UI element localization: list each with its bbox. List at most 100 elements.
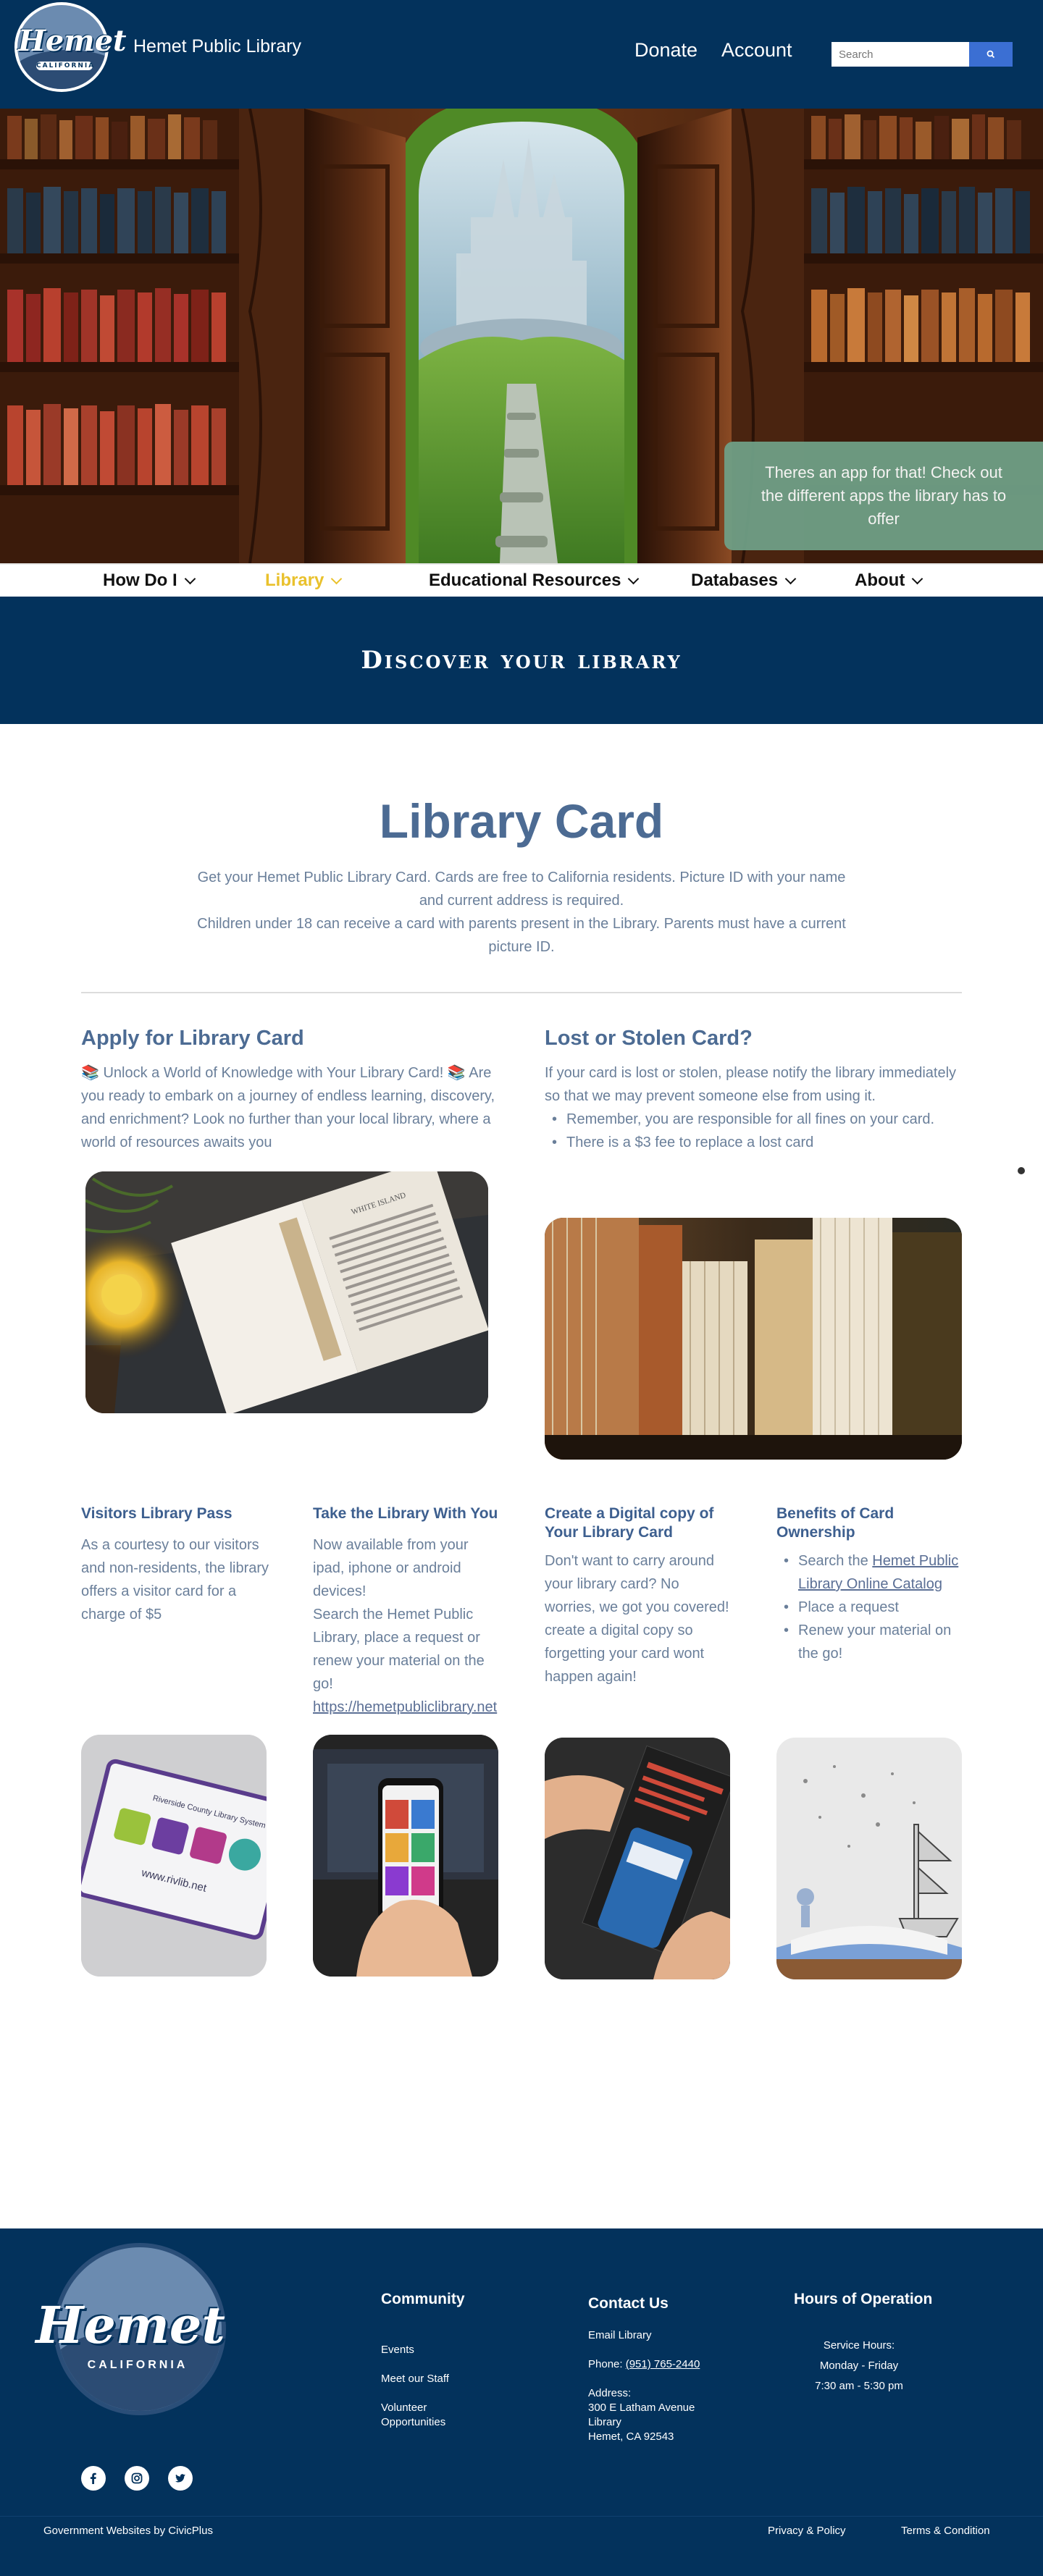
instagram-icon [131, 2472, 143, 2484]
site-logo[interactable]: Hemet CALIFORNIA [14, 2, 127, 95]
intro-text: Get your Hemet Public Library Card. Card… [196, 866, 847, 959]
civicplus-credit-link[interactable]: Government Websites by CivicPlus [43, 2524, 213, 2538]
open-book-photo: WHITE ISLAND [85, 1171, 488, 1413]
section-banner: Discover your library [0, 597, 1043, 724]
chevron-down-icon [184, 573, 196, 584]
apply-card-title: Apply for Library Card [81, 1027, 304, 1050]
footer-events-link[interactable]: Events [381, 2343, 414, 2357]
footer-address: Address: 300 E Latham Avenue Library Hem… [588, 2386, 719, 2444]
footer-address-line: 300 E Latham Avenue [588, 2402, 695, 2414]
intro-paragraph: Get your Hemet Public Library Card. Card… [197, 870, 846, 909]
footer-logo[interactable]: Hemet CALIFORNIA [29, 2243, 232, 2424]
footer-volunteer-link[interactable]: Volunteer Opportunities [381, 2401, 468, 2430]
footer-address-line: Library [588, 2416, 621, 2428]
account-link[interactable]: Account [721, 39, 792, 62]
chevron-down-icon [331, 573, 343, 584]
scanning-card-photo [545, 1738, 730, 1979]
section-divider [81, 992, 962, 993]
benefits-text: Search the Hemet Public Library Online C… [776, 1549, 966, 1665]
list-item: There is a $3 fee to replace a lost card [545, 1131, 965, 1154]
apply-card-text: 📚 Unlock a World of Knowledge with Your … [81, 1065, 495, 1150]
nav-label: How Do I [103, 571, 177, 590]
privacy-policy-link[interactable]: Privacy & Policy [768, 2524, 846, 2538]
take-library-paragraph: Now available from your ipad, iphone or … [313, 1537, 469, 1599]
list-item: Search the Hemet Public Library Online C… [776, 1549, 966, 1596]
footer-hours-line: 7:30 am - 5:30 pm [815, 2380, 903, 2392]
twitter-link[interactable] [168, 2466, 193, 2491]
nav-label: About [855, 571, 905, 590]
twitter-icon [175, 2474, 185, 2483]
nav-about[interactable]: About [855, 571, 924, 591]
lost-card-title: Lost or Stolen Card? [545, 1027, 753, 1050]
footer-phone: Phone: (951) 765-2440 [588, 2357, 700, 2372]
logo-subtitle: CALIFORNIA [36, 62, 96, 70]
scroll-indicator[interactable] [1018, 1167, 1025, 1174]
take-library-text: Now available from your ipad, iphone or … [313, 1533, 503, 1719]
footer-community-title: Community [381, 2291, 465, 2307]
nav-educational-resources[interactable]: Educational Resources [429, 571, 640, 591]
take-library-sentence: Search the Hemet Public Library, place a… [313, 1607, 485, 1692]
footer-staff-link[interactable]: Meet our Staff [381, 2372, 449, 2386]
search-button[interactable] [969, 42, 1013, 67]
list-item: Renew your material on the go! [776, 1619, 966, 1665]
terms-link[interactable]: Terms & Condition [901, 2524, 990, 2538]
footer-address-label: Address: [588, 2387, 632, 2399]
footer-hours-line: Monday - Friday [819, 2360, 899, 2372]
footer-contact-title: Contact Us [588, 2295, 669, 2312]
instagram-link[interactable] [125, 2466, 149, 2491]
lost-card-text: If your card is lost or stolen, please n… [545, 1061, 965, 1154]
digital-copy-text: Don't want to carry around your library … [545, 1553, 729, 1685]
visitor-pass-title: Visitors Library Pass [81, 1505, 233, 1522]
phone-app-photo [313, 1735, 498, 1977]
footer-phone-link[interactable]: (951) 765-2440 [626, 2358, 700, 2370]
footer-hours: Service Hours: Monday - Friday 7:30 am -… [794, 2336, 924, 2396]
lost-card-paragraph: If your card is lost or stolen, please n… [545, 1065, 957, 1104]
site-header: Hemet CALIFORNIA Hemet Public Library Do… [0, 0, 1043, 109]
site-name[interactable]: Hemet Public Library [133, 36, 301, 57]
nav-label: Library [265, 571, 324, 590]
app-callout-link[interactable]: Theres an app for that! Check out the di… [724, 442, 1043, 550]
take-library-paragraph: Search the Hemet Public Library, place a… [313, 1603, 503, 1719]
logo-wordmark: Hemet [18, 24, 127, 58]
footer-logo-subtitle: CALIFORNIA [87, 2359, 188, 2371]
donate-link[interactable]: Donate [634, 39, 698, 62]
footer-email-link[interactable]: Email Library [588, 2328, 652, 2343]
lost-card-list: Remember, you are responsible for all fi… [545, 1108, 965, 1154]
footer-divider [0, 2516, 1043, 2517]
storybook-photo [776, 1738, 962, 1979]
take-library-title: Take the Library With You [313, 1505, 498, 1522]
benefits-title: Benefits of Card Ownership [776, 1505, 895, 1541]
intro-paragraph: Children under 18 can receive a card wit… [197, 916, 846, 955]
footer-logo-wordmark: Hemet [35, 2295, 225, 2355]
chevron-down-icon [628, 573, 640, 584]
facebook-link[interactable] [81, 2466, 106, 2491]
hero-banner: Theres an app for that! Check out the di… [0, 109, 1043, 563]
footer-address-line: Hemet, CA 92543 [588, 2430, 674, 2443]
search-icon [987, 50, 995, 59]
footer-hours-title: Hours of Operation [794, 2291, 933, 2307]
library-card-photo: Riverside County Library System www.rivl… [81, 1735, 267, 1977]
site-footer: Hemet CALIFORNIA Community Events Meet o… [0, 2228, 1043, 2576]
books-spines-photo [545, 1218, 962, 1460]
benefits-list: Search the Hemet Public Library Online C… [776, 1549, 966, 1665]
main-navigation: How Do I Library Educational Resources D… [0, 563, 1043, 597]
nav-how-do-i[interactable]: How Do I [103, 571, 197, 591]
search-input[interactable] [832, 42, 969, 67]
footer-hours-line: Service Hours: [823, 2339, 895, 2352]
facebook-icon [90, 2472, 96, 2484]
page-title: Library Card [379, 794, 664, 848]
visitor-pass-text: As a courtesy to our visitors and non-re… [81, 1537, 269, 1622]
list-item: Remember, you are responsible for all fi… [545, 1108, 965, 1131]
nav-databases[interactable]: Databases [691, 571, 797, 591]
nav-library[interactable]: Library [265, 571, 343, 591]
digital-copy-title: Create a Digital copy of Your Library Ca… [545, 1505, 714, 1541]
list-item: Place a request [776, 1596, 966, 1619]
library-website-link[interactable]: https://hemetpubliclibrary.net [313, 1699, 497, 1715]
chevron-down-icon [784, 573, 797, 584]
footer-phone-label: Phone: [588, 2358, 626, 2370]
nav-label: Educational Resources [429, 571, 621, 590]
nav-label: Databases [691, 571, 779, 590]
benefit-text: Search the [798, 1553, 873, 1569]
chevron-down-icon [912, 573, 923, 584]
section-banner-title: Discover your library [361, 646, 682, 675]
